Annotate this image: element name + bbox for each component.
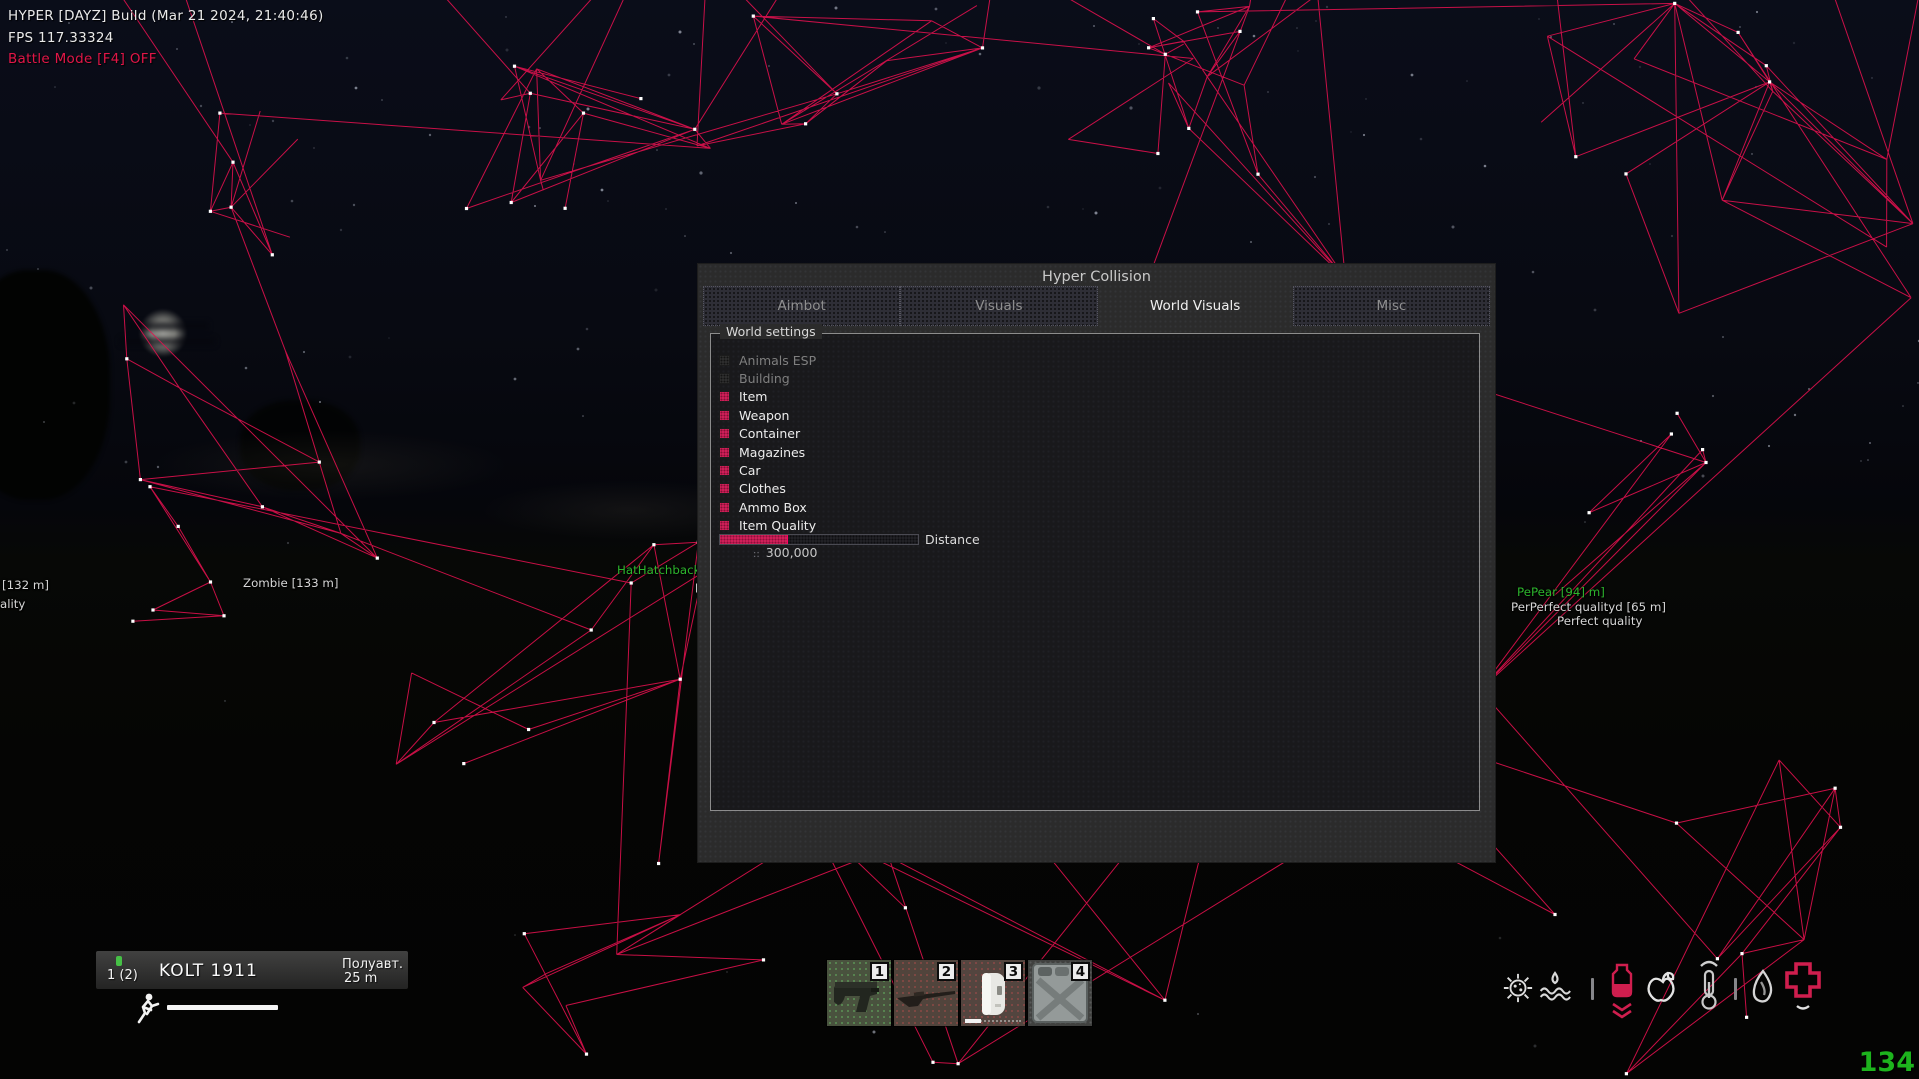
checkbox-box xyxy=(719,355,730,366)
checkbox-box xyxy=(719,373,730,384)
blood-status xyxy=(1608,962,1636,1026)
checkbox-animals-esp[interactable]: Animals ESP xyxy=(719,351,816,369)
tab-world-visuals[interactable]: World Visuals xyxy=(1098,286,1293,326)
virus-status xyxy=(1502,972,1534,1008)
hydration-status xyxy=(1748,968,1778,1012)
temperature-icon xyxy=(1697,960,1721,1012)
checkbox-box xyxy=(719,447,730,458)
checkbox-car[interactable]: Car xyxy=(719,461,816,479)
temperature-status xyxy=(1697,960,1721,1016)
checkbox-item[interactable]: Item xyxy=(719,388,816,406)
checkbox-box xyxy=(719,520,730,531)
checkbox-label: Building xyxy=(739,371,790,386)
apple-icon xyxy=(1644,970,1682,1006)
distance-slider-label: Distance xyxy=(925,532,980,547)
checkbox-ammo-box[interactable]: Ammo Box xyxy=(719,498,816,516)
zeroing-distance: 25 m xyxy=(344,971,377,986)
esp-label: ality xyxy=(0,597,25,611)
checkbox-box xyxy=(719,483,730,494)
hotbar: 1 2 3 4 xyxy=(827,960,1092,1026)
esp-label: Perfect quality xyxy=(1557,614,1642,628)
checkbox-container[interactable]: Container xyxy=(719,425,816,443)
tab-visuals[interactable]: Visuals xyxy=(900,286,1097,326)
ammo-count: 1 (2) xyxy=(107,968,138,983)
stamina-bar xyxy=(167,1005,278,1010)
checkbox-label: Item Quality xyxy=(739,518,816,533)
tab-misc[interactable]: Misc xyxy=(1293,286,1490,326)
checkbox-list: Animals ESP Building Item Weapon Container Ma… xyxy=(719,351,816,535)
weapon-info-panel: 1 (2) KOLT 1911 Полуавт. 25 m xyxy=(96,951,408,989)
checkbox-label: Car xyxy=(739,463,761,478)
hotbar-slot-2[interactable]: 2 xyxy=(894,960,958,1026)
wetness-icon xyxy=(1537,970,1573,1004)
separator xyxy=(1734,978,1737,1000)
hotbar-slot-1[interactable]: 1 xyxy=(827,960,891,1026)
cheat-menu-window: Hyper Collision AimbotVisualsWorld Visua… xyxy=(698,264,1495,862)
dither-marks: :: xyxy=(753,549,760,560)
quantity-bar xyxy=(965,1019,981,1023)
kill-counter: 134 xyxy=(1840,1047,1915,1078)
stance-runner-icon xyxy=(134,992,160,1030)
hotbar-slot-3[interactable]: 3 xyxy=(961,960,1025,1026)
checkbox-item-quality[interactable]: Item Quality xyxy=(719,517,816,535)
esp-label: PePear [94] m] xyxy=(1517,585,1605,599)
checkbox-box xyxy=(719,465,730,476)
apple-status xyxy=(1644,970,1682,1010)
group-box-label: World settings xyxy=(720,324,822,339)
menu-title-bar[interactable]: Hyper Collision xyxy=(698,269,1495,285)
hotbar-slot-4[interactable]: 4 xyxy=(1028,960,1092,1026)
world-settings-groupbox: Animals ESP Building Item Weapon Container Ma… xyxy=(710,333,1480,811)
esp-label: Zombie [133 m] xyxy=(243,576,339,590)
checkbox-building[interactable]: Building xyxy=(719,369,816,387)
checkbox-label: Ammo Box xyxy=(739,500,807,515)
checkbox-clothes[interactable]: Clothes xyxy=(719,480,816,498)
checkbox-box xyxy=(719,410,730,421)
distance-slider-value: ::300,000 xyxy=(753,545,817,560)
slot-number-badge: 4 xyxy=(1071,962,1090,981)
wetness-status xyxy=(1537,970,1573,1008)
separator xyxy=(1591,978,1594,1000)
tab-aimbot[interactable]: Aimbot xyxy=(703,286,900,326)
battle-mode-status: Battle Mode [F4] OFF xyxy=(8,51,157,67)
checkbox-label: Weapon xyxy=(739,408,789,423)
status-bar xyxy=(1496,958,1836,1028)
checkbox-label: Magazines xyxy=(739,445,805,460)
fire-mode: Полуавт. xyxy=(342,957,403,972)
game-screen: HYPER [DAYZ] Build (Mar 21 2024, 21:40:4… xyxy=(0,0,1919,1079)
slot-number-badge: 2 xyxy=(937,962,956,981)
hydration-icon xyxy=(1748,968,1778,1008)
distance-slider[interactable] xyxy=(719,534,919,545)
checkbox-box xyxy=(719,391,730,402)
distance-slider-fill xyxy=(720,535,788,544)
virus-icon xyxy=(1502,972,1534,1004)
checkbox-weapon[interactable]: Weapon xyxy=(719,406,816,424)
chambered-round-icon xyxy=(116,956,122,966)
esp-label: PerPerfect qualityd [65 m] xyxy=(1511,600,1666,614)
esp-label: [132 m] xyxy=(2,578,49,592)
weapon-name: KOLT 1911 xyxy=(159,961,258,981)
checkbox-magazines[interactable]: Magazines xyxy=(719,443,816,461)
checkbox-label: Container xyxy=(739,426,800,441)
checkbox-box xyxy=(719,502,730,513)
health-icon xyxy=(1783,960,1823,1014)
slot-number-badge: 3 xyxy=(1004,962,1023,981)
blood-icon xyxy=(1608,962,1636,1022)
fps-counter: FPS 117.33324 xyxy=(8,30,114,46)
checkbox-box xyxy=(719,428,730,439)
menu-tabs: AimbotVisualsWorld VisualsMisc xyxy=(703,286,1490,326)
build-info: HYPER [DAYZ] Build (Mar 21 2024, 21:40:4… xyxy=(8,8,324,24)
slot-number-badge: 1 xyxy=(870,962,889,981)
health-status xyxy=(1783,960,1823,1018)
checkbox-label: Clothes xyxy=(739,481,786,496)
checkbox-label: Item xyxy=(739,389,767,404)
checkbox-label: Animals ESP xyxy=(739,353,816,368)
